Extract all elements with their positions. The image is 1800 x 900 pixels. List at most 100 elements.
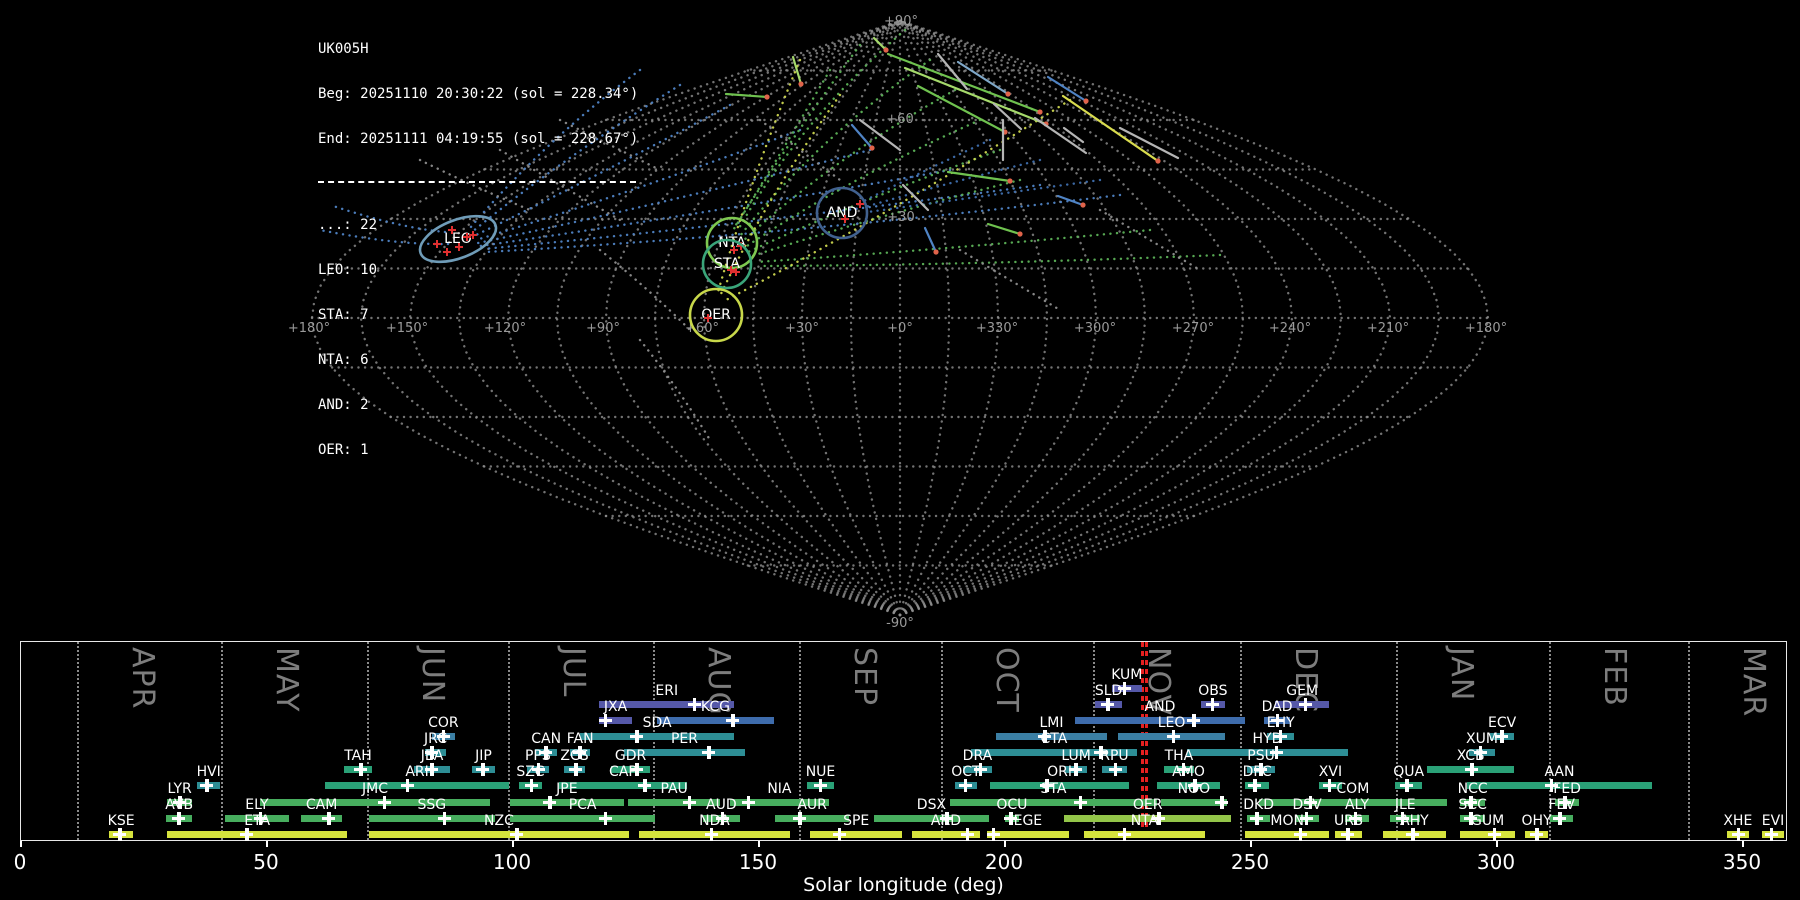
- count-oer: OER: 1: [318, 442, 369, 458]
- grid-meridian: [898, 19, 951, 617]
- peak-marker-nda: [705, 827, 719, 841]
- shower-label-kcg: KCG: [700, 699, 730, 715]
- shower-label-per: PER: [670, 731, 698, 747]
- shower-label-ahy: AHY: [1400, 813, 1429, 829]
- shower-label-avb: AVB: [165, 797, 194, 813]
- x-tick-label: 300: [1476, 850, 1516, 874]
- shower-label-xum: XUM: [1466, 731, 1498, 747]
- longitude-label: +0°: [887, 321, 913, 336]
- shower-label-spe: SPE: [843, 813, 870, 829]
- count-leo: LEO: 10: [318, 262, 378, 278]
- shower-bar-mon: [1245, 830, 1330, 838]
- shower-label-and: AND: [1144, 699, 1176, 715]
- meteor-trail: [724, 98, 1072, 302]
- shower-label-hvi: HVI: [196, 764, 221, 780]
- peak-marker-jxa: [598, 713, 612, 727]
- shower-label-kum: KUM: [1111, 667, 1143, 683]
- month-label-sep: SEP: [846, 647, 882, 707]
- peak-marker-avb: [172, 811, 186, 825]
- x-tick-label: 150: [738, 850, 778, 874]
- longitude-label: +270°: [1172, 321, 1214, 336]
- x-tick-label: 50: [253, 850, 279, 874]
- shower-label-scc: SCC: [1458, 797, 1487, 813]
- shower-label-ehy: EHY: [1266, 715, 1295, 731]
- meteor-endpoint-dot: [1080, 202, 1086, 208]
- shower-label-nia: NIA: [767, 781, 792, 797]
- peak-marker-nta: [1117, 827, 1131, 841]
- shower-label-dra: DRA: [962, 748, 993, 764]
- x-tick: [1742, 841, 1744, 847]
- x-tick-label: 350: [1722, 850, 1762, 874]
- x-tick: [1004, 841, 1006, 847]
- shower-label-jmc: JMC: [361, 781, 388, 797]
- longitude-label: +240°: [1269, 321, 1311, 336]
- month-gridline-apr: [77, 642, 80, 840]
- peak-marker-jmc: [377, 795, 391, 809]
- x-tick: [20, 841, 22, 847]
- shower-label-szc: SZC: [516, 764, 545, 780]
- longitude-label: +300°: [1074, 321, 1116, 336]
- meteor-endpoint-dot: [869, 145, 875, 151]
- count-nta: NTA: 6: [318, 352, 369, 368]
- count-and: AND: 2: [318, 397, 369, 413]
- peak-marker-spe: [832, 827, 846, 841]
- shower-label-psu: PSU: [1247, 748, 1275, 764]
- shower-label-nda: NDA: [699, 813, 730, 829]
- peak-marker-xcb: [1465, 762, 1479, 776]
- peak-marker-leo: [1167, 729, 1181, 743]
- shower-label-kse: KSE: [107, 813, 135, 829]
- activity-timeline-chart: APR MAY JUN JUL AUG SEP OCT NOV DEC JAN FEB MAR KUM E…: [20, 641, 1787, 841]
- longitude-label: +210°: [1367, 321, 1409, 336]
- shower-label-ard: ARD: [930, 813, 961, 829]
- shower-label-xvi: XVI: [1318, 764, 1343, 780]
- x-tick-label: 250: [1230, 850, 1270, 874]
- shower-label-gdr: GDR: [614, 748, 647, 764]
- shower-bar-eta: [167, 830, 348, 838]
- shower-label-jxa: JXA: [603, 699, 628, 715]
- peak-marker-cam: [322, 811, 336, 825]
- shower-bar-spe: [810, 830, 903, 838]
- shower-label-tah: TAH: [344, 748, 372, 764]
- shower-label-cam: CAM: [305, 797, 338, 813]
- separator-line: [318, 181, 636, 183]
- shower-label-evi: EVI: [1761, 813, 1785, 829]
- shower-label-pau: PAU: [660, 781, 688, 797]
- meteor-streak: [850, 123, 874, 150]
- session-end: End: 20251111 04:19:55 (sol = 228.67°): [318, 131, 639, 147]
- shower-label-lyr: LYR: [167, 781, 192, 797]
- shower-label-eri: ERI: [655, 683, 679, 699]
- shower-label-ncc: NCC: [1457, 781, 1488, 797]
- peak-marker-oct: [958, 778, 972, 792]
- shower-label-ocu: OCU: [996, 797, 1028, 813]
- shower-label-com: COM: [1336, 781, 1370, 797]
- meteor-streak: [923, 226, 938, 254]
- shower-bar-nzc: [368, 830, 630, 838]
- peak-marker-ohy: [1530, 827, 1544, 841]
- peak-marker-evi: [1764, 827, 1778, 841]
- shower-label-leo: LEO: [1157, 715, 1186, 731]
- shower-label-tha: THA: [1164, 748, 1194, 764]
- shower-label-eta: ETA: [244, 813, 271, 829]
- longitude-label: +30°: [785, 321, 819, 336]
- shower-label-ori: ORI: [1047, 764, 1073, 780]
- peak-marker-sta: [1074, 795, 1088, 809]
- peak-marker-pca: [598, 811, 612, 825]
- peak-marker-ssg: [437, 811, 451, 825]
- peak-marker-ege: [986, 827, 1000, 841]
- sky-map: +180° +150° +120° +90° +60° +30° +0° +330° +300°…: [288, 14, 1507, 631]
- peak-marker-urs: [1341, 827, 1355, 841]
- month-label-may: MAY: [268, 647, 304, 713]
- month-label-oct: OCT: [989, 647, 1025, 713]
- radiant-label-oer: OER: [701, 307, 731, 323]
- shower-label-aud: AUD: [706, 797, 737, 813]
- latitude-label: +30: [887, 210, 914, 225]
- shower-label-sda: SDA: [642, 715, 672, 731]
- shower-label-jpe: JPE: [556, 781, 578, 797]
- shower-bar-nta: [1083, 830, 1206, 838]
- meteor-streak: [1118, 126, 1180, 160]
- meteor-trail: [754, 228, 1152, 264]
- peak-marker-ard: [960, 827, 974, 841]
- peak-marker-aur: [793, 811, 807, 825]
- x-tick-label: 100: [492, 850, 532, 874]
- meteor-endpoint-dot: [798, 81, 804, 87]
